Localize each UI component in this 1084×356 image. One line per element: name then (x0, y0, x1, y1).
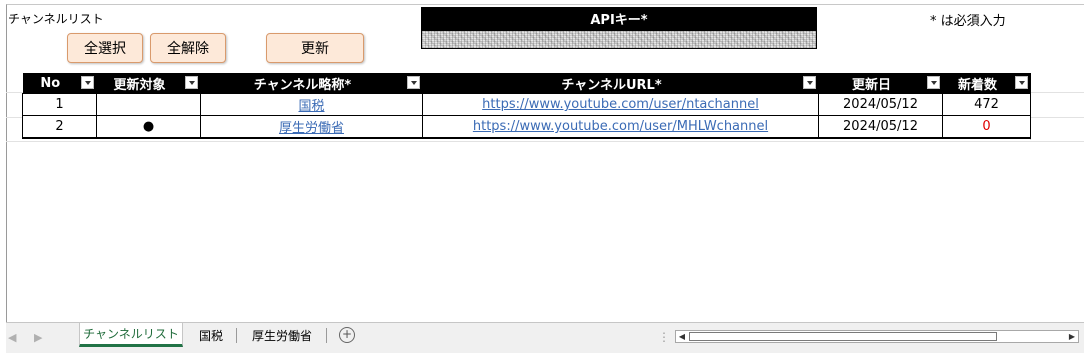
scroll-tabs-left-icon[interactable]: ◀ (8, 331, 16, 344)
column-header-target: 更新対象 (96, 73, 201, 94)
api-key-header: APIキー* (421, 7, 817, 30)
update-button[interactable]: 更新 (266, 33, 364, 63)
filter-dropdown-icon[interactable] (803, 76, 816, 89)
horizontal-scrollbar[interactable]: ◀ ▶ (675, 330, 1079, 343)
tab-kokuzei[interactable]: 国税 (188, 323, 234, 347)
filter-dropdown-icon[interactable] (185, 76, 198, 89)
column-header-update-date: 更新日 (818, 73, 943, 94)
table-row: 2 ● 厚生労働省 https://www.youtube.com/user/M… (22, 115, 1031, 139)
tab-separator (236, 328, 237, 343)
tab-channel-list[interactable]: チャンネルリスト (79, 323, 183, 347)
cell-no[interactable]: 1 (22, 93, 97, 116)
tab-mhlw[interactable]: 厚生労働省 (239, 323, 325, 347)
splitter-handle-icon[interactable]: ⋮ (658, 330, 670, 344)
gridline (6, 141, 1084, 142)
required-note: * は必須入力 (930, 14, 1006, 29)
column-header-channel-url: チャンネルURL* (422, 73, 819, 94)
channel-name-link[interactable]: 国税 (298, 99, 324, 114)
column-header-channel-name: チャンネル略称* (200, 73, 423, 94)
channel-url-link[interactable]: https://www.youtube.com/user/ntachannel (482, 97, 759, 112)
scroll-tabs-right-icon[interactable]: ▶ (34, 331, 42, 344)
table-row: 1 国税 https://www.youtube.com/user/ntacha… (22, 93, 1031, 116)
cell-new-count[interactable]: 472 (942, 93, 1031, 116)
filter-dropdown-icon[interactable] (927, 76, 940, 89)
column-header-no: No (22, 73, 97, 94)
cell-no[interactable]: 2 (22, 115, 97, 139)
select-all-button[interactable]: 全選択 (67, 33, 143, 63)
sheet-title: チャンネルリスト (8, 12, 104, 26)
cell-update-date[interactable]: 2024/05/12 (818, 93, 943, 116)
filter-dropdown-icon[interactable] (407, 76, 420, 89)
cell-new-count[interactable]: 0 (942, 115, 1031, 139)
filter-dropdown-icon[interactable] (81, 76, 94, 89)
cell-channel-url[interactable]: https://www.youtube.com/user/ntachannel (422, 93, 819, 116)
add-sheet-icon[interactable]: + (339, 327, 355, 343)
cell-channel-name[interactable]: 厚生労働省 (200, 115, 423, 139)
cell-target[interactable]: ● (96, 115, 201, 139)
scroll-left-icon[interactable]: ◀ (676, 331, 688, 342)
cell-channel-name[interactable]: 国税 (200, 93, 423, 116)
api-key-field[interactable] (421, 30, 817, 49)
cell-update-date[interactable]: 2024/05/12 (818, 115, 943, 139)
channel-table: No 更新対象 チャンネル略称* チャンネルURL* 更新日 新着数 1 国税 … (22, 73, 1031, 139)
scroll-right-icon[interactable]: ▶ (1066, 331, 1078, 342)
sheet-tab-bar: ◀ ▶ チャンネルリスト 国税 厚生労働省 + ⋮ ◀ ▶ (6, 322, 1084, 353)
column-header-new-count: 新着数 (942, 73, 1031, 94)
deselect-all-button[interactable]: 全解除 (150, 33, 226, 63)
cell-target[interactable] (96, 93, 201, 116)
cell-channel-url[interactable]: https://www.youtube.com/user/MHLWchannel (422, 115, 819, 139)
filter-dropdown-icon[interactable] (1015, 76, 1028, 89)
table-header-row: No 更新対象 チャンネル略称* チャンネルURL* 更新日 新着数 (22, 73, 1031, 94)
channel-name-link[interactable]: 厚生労働省 (279, 121, 344, 136)
channel-url-link[interactable]: https://www.youtube.com/user/MHLWchannel (473, 119, 768, 134)
scrollbar-thumb[interactable] (689, 332, 997, 341)
tab-separator (326, 328, 327, 343)
